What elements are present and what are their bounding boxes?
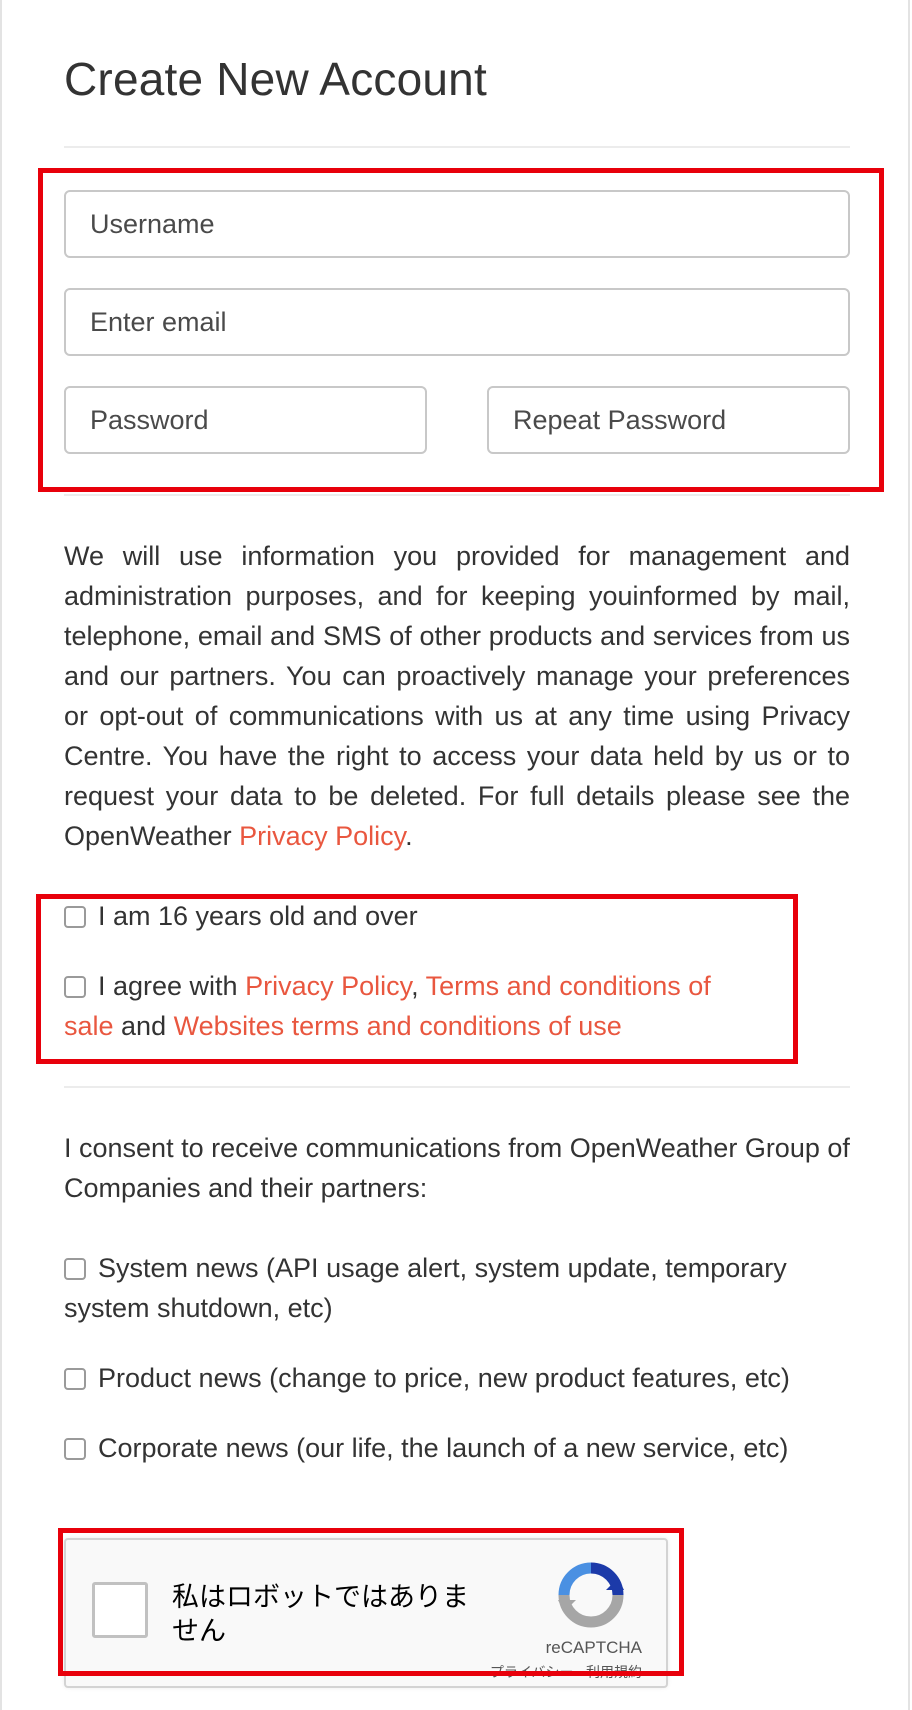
- captcha-highlight-box: [58, 1528, 684, 1676]
- repeat-password-input[interactable]: [487, 386, 850, 454]
- title-divider: [64, 146, 850, 148]
- agree-and: and: [113, 1011, 174, 1041]
- corporate-news-label: Corporate news (our life, the launch of …: [98, 1433, 789, 1463]
- agree-prefix: I agree with: [98, 971, 246, 1001]
- product-news-label: Product news (change to price, new produ…: [98, 1363, 790, 1393]
- agreements-divider: [64, 1086, 850, 1088]
- privacy-notice-end: .: [405, 821, 413, 851]
- agree-checkbox-row: I agree with Privacy Policy, Terms and c…: [64, 966, 764, 1046]
- system-news-checkbox[interactable]: [64, 1258, 86, 1280]
- page-title: Create New Account: [64, 53, 487, 105]
- agree-comma: ,: [411, 971, 426, 1001]
- corporate-news-checkbox[interactable]: [64, 1438, 86, 1460]
- consent-option-row: System news (API usage alert, system upd…: [64, 1248, 850, 1328]
- password-input[interactable]: [64, 386, 427, 454]
- agree-checkbox[interactable]: [64, 976, 86, 998]
- age-checkbox[interactable]: [64, 906, 86, 928]
- privacy-notice: We will use information you provided for…: [64, 536, 850, 856]
- inputs-divider: [64, 494, 850, 496]
- terms-of-use-link[interactable]: Websites terms and conditions of use: [174, 1011, 622, 1041]
- privacy-notice-text: We will use information you provided for…: [64, 541, 850, 851]
- agree-privacy-link[interactable]: Privacy Policy: [245, 971, 411, 1001]
- age-checkbox-row: I am 16 years old and over: [64, 896, 850, 936]
- page: Create New Account We will use informati…: [0, 0, 910, 1710]
- username-input[interactable]: [64, 190, 850, 258]
- email-input[interactable]: [64, 288, 850, 356]
- consent-intro: I consent to receive communications from…: [64, 1133, 850, 1203]
- consent-option-row: Product news (change to price, new produ…: [64, 1358, 850, 1398]
- system-news-label: System news (API usage alert, system upd…: [64, 1253, 787, 1323]
- consent-option-row: Corporate news (our life, the launch of …: [64, 1428, 850, 1468]
- product-news-checkbox[interactable]: [64, 1368, 86, 1390]
- age-label: I am 16 years old and over: [98, 901, 418, 931]
- privacy-policy-link[interactable]: Privacy Policy: [239, 821, 405, 851]
